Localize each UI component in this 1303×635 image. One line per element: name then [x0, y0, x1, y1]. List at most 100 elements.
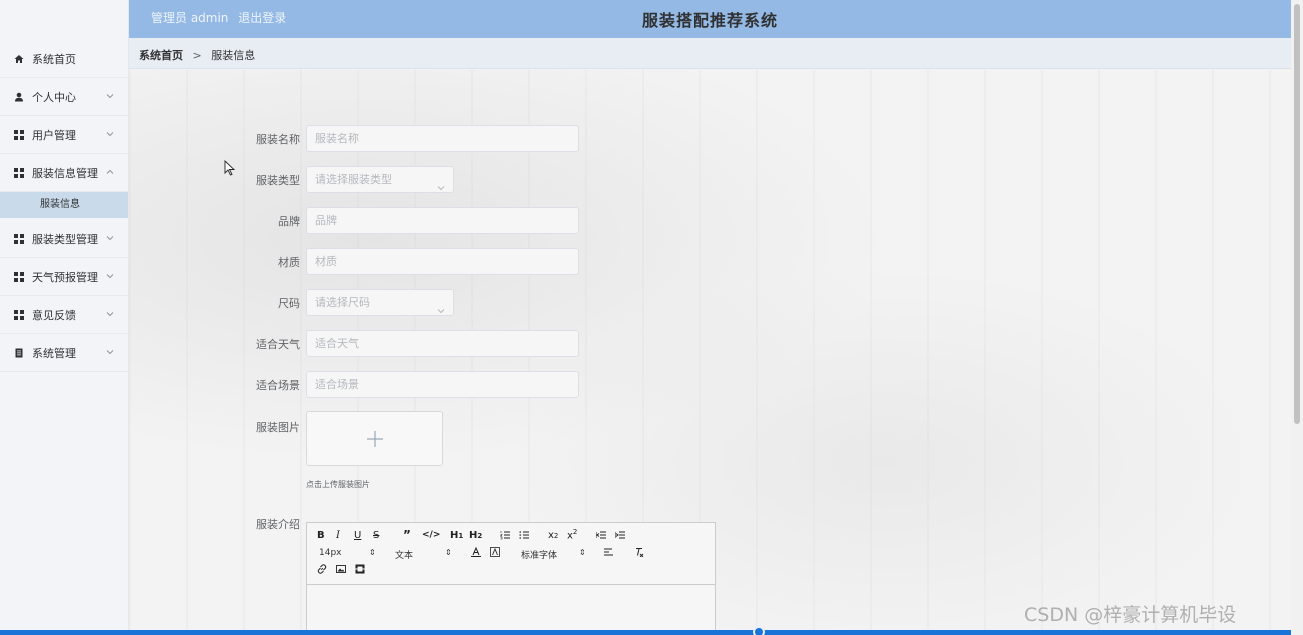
scroll-handle[interactable] — [753, 626, 765, 635]
select-placeholder: 请选择尺码 — [315, 296, 370, 309]
type-label: 服装类型 — [256, 174, 300, 187]
breadcrumb-current: 服装信息 — [211, 49, 256, 62]
bold-button[interactable]: B — [317, 530, 325, 541]
material-label: 材质 — [278, 256, 300, 269]
sidebar-item-clothing-type-management[interactable]: 服装类型管理 — [0, 220, 128, 258]
chevron-up-icon — [106, 166, 114, 174]
brand-label: 品牌 — [278, 215, 300, 228]
sidebar-subitem-clothing-info[interactable]: 服装信息 — [0, 192, 128, 218]
grid-icon — [14, 167, 24, 178]
chevron-down-icon — [106, 308, 114, 317]
size-label: 尺码 — [278, 297, 300, 310]
ordered-list-icon[interactable] — [499, 530, 510, 543]
clothing-type-select[interactable]: 请选择服装类型 — [306, 166, 454, 193]
text-style-select[interactable]: 文本 ⇕ — [395, 548, 453, 561]
material-input[interactable] — [306, 248, 579, 275]
scrollbar-thumb[interactable] — [1294, 4, 1300, 424]
sidebar-item-label: 系统首页 — [32, 52, 76, 66]
align-left-icon[interactable] — [604, 547, 614, 560]
underline-button[interactable]: U — [354, 530, 361, 541]
sidebar-item-label: 系统管理 — [32, 346, 76, 360]
chevron-down-icon — [437, 299, 445, 314]
sidebar-item-feedback[interactable]: 意见反馈 — [0, 296, 128, 334]
brand-input[interactable] — [306, 207, 579, 234]
image-label: 服装图片 — [256, 421, 300, 434]
sidebar-item-label: 意见反馈 — [32, 308, 76, 322]
user-icon — [14, 92, 24, 102]
clothing-name-input[interactable] — [306, 125, 579, 152]
chevron-down-icon — [106, 346, 114, 355]
upload-tip: 点击上传服装图片 — [306, 480, 370, 489]
horizontal-scrollbar[interactable] — [0, 626, 1291, 635]
link-icon[interactable] — [317, 564, 327, 577]
sidebar-item-label: 服装类型管理 — [32, 232, 98, 246]
font-size-select[interactable]: 14px ⇕ — [319, 548, 377, 558]
chevron-down-icon — [106, 90, 114, 99]
sidebar-item-label: 个人中心 — [32, 90, 76, 104]
sidebar-item-home[interactable]: 系统首页 — [0, 40, 128, 78]
blockquote-button[interactable]: ” — [403, 528, 411, 542]
font-family-value: 标准字体 — [521, 551, 558, 561]
name-label: 服装名称 — [256, 133, 300, 146]
sidebar-item-weather-management[interactable]: 天气预报管理 — [0, 258, 128, 296]
grid-icon — [14, 309, 24, 320]
watermark: CSDN @梓豪计算机毕设 — [1024, 604, 1237, 626]
scene-input[interactable] — [306, 371, 579, 398]
grid-icon — [14, 233, 24, 244]
plus-icon — [366, 430, 383, 447]
chevron-down-icon — [106, 232, 114, 241]
intro-label: 服装介绍 — [256, 518, 300, 531]
bullet-list-icon[interactable] — [519, 530, 529, 543]
main-content: 服装名称 服装类型 请选择服装类型 品牌 材质 尺码 请选择尺码 适合天气 适合… — [129, 70, 1291, 635]
text-color-icon[interactable] — [471, 546, 481, 560]
rich-text-editor: B I U S ” </> H1 H2 x2 x2 14px ⇕ 文本 ⇕ 标准… — [306, 522, 716, 635]
breadcrumb: 系统首页 > 服装信息 — [139, 47, 255, 63]
sidebar-item-system-management[interactable]: 系统管理 — [0, 334, 128, 372]
breadcrumb-separator: > — [192, 49, 202, 62]
grid-icon — [14, 129, 24, 140]
video-icon[interactable] — [355, 564, 365, 577]
select-placeholder: 请选择服装类型 — [315, 173, 392, 186]
clear-format-icon[interactable] — [634, 547, 644, 560]
weather-label: 适合天气 — [256, 338, 300, 351]
image-upload-button[interactable] — [306, 411, 443, 466]
editor-toolbar: B I U S ” </> H1 H2 x2 x2 14px ⇕ 文本 ⇕ 标准… — [307, 523, 715, 585]
italic-button[interactable]: I — [336, 530, 340, 541]
vertical-scrollbar[interactable] — [1291, 0, 1303, 635]
sidebar-item-user-management[interactable]: 用户管理 — [0, 116, 128, 154]
subscript-button[interactable]: x2 — [548, 530, 558, 541]
breadcrumb-home[interactable]: 系统首页 — [139, 49, 183, 62]
grid-icon — [14, 271, 24, 282]
sidebar-item-clothing-management[interactable]: 服装信息管理 — [0, 154, 128, 192]
background-color-icon[interactable] — [490, 547, 500, 560]
h1-button[interactable]: H1 — [450, 530, 463, 541]
text-style-value: 文本 — [395, 551, 414, 561]
indent-decrease-icon[interactable] — [595, 530, 606, 543]
weather-input[interactable] — [306, 330, 579, 357]
font-family-select[interactable]: 标准字体 ⇕ — [521, 548, 587, 561]
top-header: 管理员 admin 退出登录 服装搭配推荐系统 — [129, 0, 1291, 38]
indent-increase-icon[interactable] — [614, 530, 625, 543]
font-size-value: 14px — [319, 548, 342, 558]
chevron-down-icon — [106, 128, 114, 137]
app-title: 服装搭配推荐系统 — [641, 11, 778, 30]
updown-icon: ⇕ — [369, 548, 376, 557]
editor-content-area[interactable] — [307, 585, 715, 635]
strike-button[interactable]: S — [373, 530, 379, 541]
breadcrumb-bar: 系统首页 > 服装信息 — [129, 38, 1291, 69]
home-icon — [14, 54, 24, 64]
updown-icon: ⇕ — [445, 548, 452, 557]
sidebar-item-label: 用户管理 — [32, 128, 76, 142]
code-button[interactable]: </> — [422, 530, 440, 540]
h2-button[interactable]: H2 — [469, 530, 482, 541]
sidebar-item-personal-center[interactable]: 个人中心 — [0, 78, 128, 116]
sidebar-item-label: 服装信息管理 — [32, 166, 98, 180]
updown-icon: ⇕ — [579, 548, 586, 557]
chevron-down-icon — [106, 270, 114, 279]
image-icon[interactable] — [336, 564, 346, 577]
document-icon — [14, 348, 24, 358]
mouse-cursor-icon — [224, 160, 236, 176]
superscript-button[interactable]: x2 — [567, 528, 577, 541]
size-select[interactable]: 请选择尺码 — [306, 289, 454, 316]
sidebar-item-label: 天气预报管理 — [32, 270, 98, 284]
